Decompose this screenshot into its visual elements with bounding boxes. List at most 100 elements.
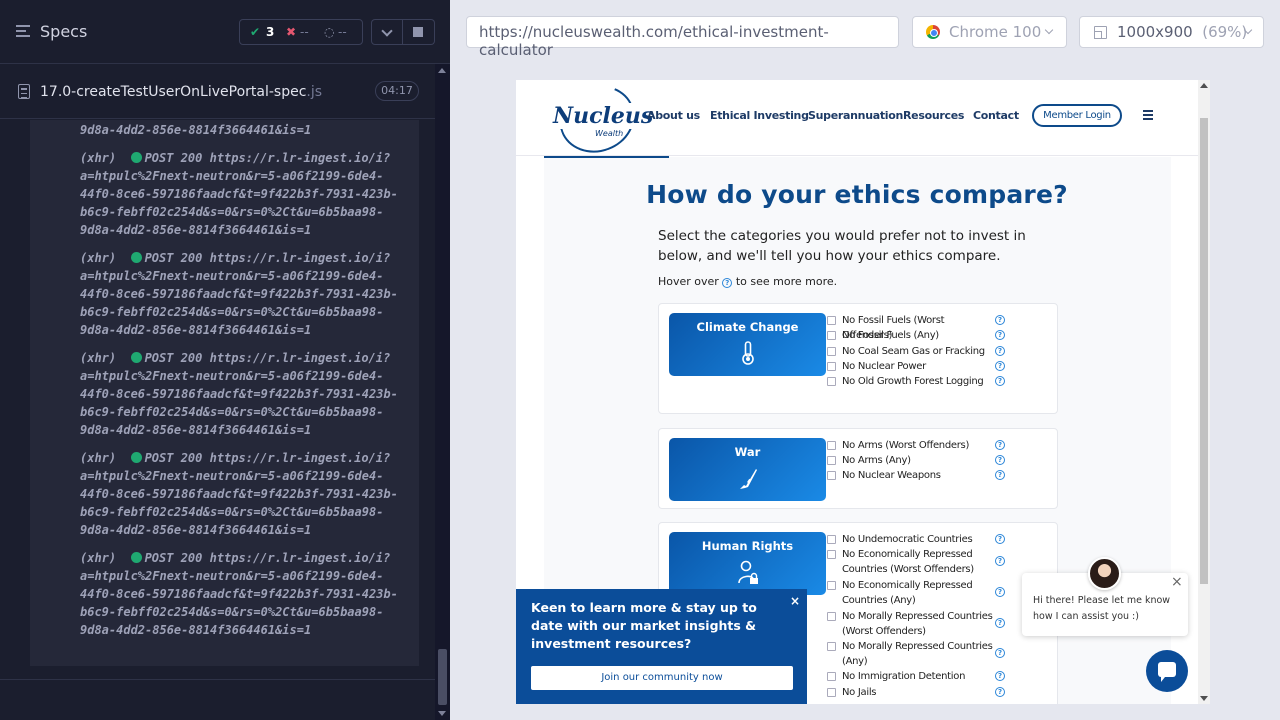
nav-superannuation[interactable]: Superannuation: [808, 109, 903, 122]
category-tile-war[interactable]: War: [669, 438, 826, 501]
option-row[interactable]: No Arms (Worst Offenders): [827, 438, 997, 453]
category-tile-climate-change[interactable]: Climate Change: [669, 313, 826, 376]
option-checkbox[interactable]: [827, 362, 836, 371]
help-icon[interactable]: ?: [995, 361, 1005, 371]
spec-file-row[interactable]: 17.0-createTestUserOnLivePortal-spec.js …: [0, 64, 435, 119]
member-login-button[interactable]: Member Login: [1032, 104, 1122, 127]
option-row[interactable]: No Immigration Detention: [827, 669, 997, 684]
option-checkbox[interactable]: [827, 456, 836, 465]
option-checkbox[interactable]: [827, 612, 836, 621]
help-icon[interactable]: ?: [995, 556, 1005, 566]
nav-resources[interactable]: Resources: [903, 109, 964, 122]
category-card-war: War No Arms (Worst Offenders) No Arms (A…: [658, 428, 1058, 509]
help-icon[interactable]: ?: [995, 330, 1005, 340]
log-entry-text: https://r.lr-ingest.io/i?: [209, 451, 391, 465]
log-status: POST 200: [144, 251, 203, 265]
help-icon[interactable]: ?: [995, 470, 1005, 480]
scrollbar-thumb[interactable]: [1200, 118, 1208, 584]
browser-label: Chrome 100: [949, 23, 1042, 41]
chat-launcher-button[interactable]: [1146, 650, 1188, 692]
option-checkbox[interactable]: [827, 377, 836, 386]
log-kind: (xhr): [80, 251, 117, 265]
page-scrollbar[interactable]: [1198, 80, 1210, 704]
scroll-up-icon[interactable]: [1200, 83, 1208, 88]
help-icon[interactable]: ?: [995, 455, 1005, 465]
help-icon[interactable]: ?: [995, 687, 1005, 697]
log-entry[interactable]: (xhr) POST 200 https://r.lr-ingest.io/i?…: [30, 149, 419, 249]
log-entry-text: b6c9-febff02c254d&s=0&rs=0%2Ct&u=6b5baa9…: [80, 123, 312, 137]
option-checkbox[interactable]: [827, 535, 836, 544]
option-checkbox[interactable]: [827, 672, 836, 681]
option-row[interactable]: No Undemocratic Countries: [827, 532, 997, 547]
option-row[interactable]: No Nuclear Power: [827, 359, 997, 374]
log-entry[interactable]: (xhr) POST 200 https://r.lr-ingest.io/i?…: [30, 249, 419, 349]
category-title: Human Rights: [701, 539, 794, 553]
active-tab-underline: [544, 156, 669, 158]
scroll-down-icon[interactable]: [438, 711, 446, 716]
category-tile-human-rights[interactable]: Human Rights: [669, 532, 826, 595]
scrollbar-thumb[interactable]: [438, 649, 447, 705]
close-icon[interactable]: ×: [790, 594, 800, 608]
option-row[interactable]: No Economically Repressed Countries (Any…: [827, 578, 997, 608]
nav-contact[interactable]: Contact: [973, 109, 1019, 122]
option-row[interactable]: No Morally Repressed Countries (Any): [827, 639, 997, 669]
close-icon[interactable]: ×: [1171, 574, 1183, 590]
option-checkbox[interactable]: [827, 331, 836, 340]
browser-selector[interactable]: Chrome 100: [912, 16, 1067, 48]
help-icon[interactable]: ?: [995, 648, 1005, 658]
option-checkbox[interactable]: [827, 550, 836, 559]
help-icon[interactable]: ?: [995, 534, 1005, 544]
option-row[interactable]: No Fossil Fuels (Any): [827, 328, 997, 343]
option-row[interactable]: No Economically Repressed Countries (Wor…: [827, 547, 997, 577]
viewport-selector[interactable]: 1000x900 (69%): [1079, 16, 1264, 48]
cypress-runner-panel: Specs ✔ 3 ✖ -- ◌ -- 17.0-createTestUserO…: [0, 0, 450, 720]
log-kind: (xhr): [80, 451, 117, 465]
nucleus-wealth-logo[interactable]: Nucleus Wealth: [547, 80, 656, 164]
option-checkbox[interactable]: [827, 581, 836, 590]
specs-menu-icon[interactable]: [16, 25, 32, 39]
scroll-up-icon[interactable]: [438, 68, 446, 73]
spec-duration-badge: 04:17: [375, 81, 419, 101]
log-status: POST 200: [144, 151, 203, 165]
log-entry[interactable]: (xhr) POST 200 https://r.lr-ingest.io/i?…: [30, 549, 419, 649]
option-checkbox[interactable]: [827, 642, 836, 651]
join-community-button[interactable]: Join our community now: [531, 666, 793, 690]
site-navbar: Nucleus Wealth About us Ethical Investin…: [516, 80, 1198, 164]
log-entry-text-cont: a=htpulc%2Fnext-neutron&r=5-a06f2199-6de…: [80, 569, 398, 637]
help-icon[interactable]: ?: [995, 315, 1005, 325]
help-icon[interactable]: ?: [995, 376, 1005, 386]
stop-button[interactable]: [403, 19, 435, 45]
log-entry[interactable]: b6c9-febff02c254d&s=0&rs=0%2Ct&u=6b5baa9…: [30, 120, 419, 149]
specs-title[interactable]: Specs: [40, 22, 87, 41]
option-checkbox[interactable]: [827, 688, 836, 697]
option-row[interactable]: No Arms (Any): [827, 453, 997, 468]
chevron-down-button[interactable]: [371, 19, 403, 45]
scroll-down-icon[interactable]: [1200, 696, 1208, 701]
help-icon[interactable]: ?: [995, 618, 1005, 628]
help-icon[interactable]: ?: [995, 587, 1005, 597]
help-icon[interactable]: ?: [995, 346, 1005, 356]
option-checkbox[interactable]: [827, 471, 836, 480]
log-entry[interactable]: (xhr) POST 200 https://r.lr-ingest.io/i?…: [30, 449, 419, 549]
option-checkbox[interactable]: [827, 316, 836, 325]
help-icon[interactable]: ?: [995, 440, 1005, 450]
command-log[interactable]: b6c9-febff02c254d&s=0&rs=0%2Ct&u=6b5baa9…: [30, 120, 419, 666]
log-entry-text-cont: a=htpulc%2Fnext-neutron&r=5-a06f2199-6de…: [80, 269, 398, 337]
option-row[interactable]: No Jails: [827, 685, 997, 700]
log-entry[interactable]: (xhr) POST 200 https://r.lr-ingest.io/i?…: [30, 349, 419, 449]
nav-about-us[interactable]: About us: [647, 109, 700, 122]
viewport-label: 1000x900 (69%): [1117, 23, 1248, 41]
app-under-test-frame[interactable]: Nucleus Wealth About us Ethical Investin…: [516, 80, 1210, 704]
help-icon[interactable]: ?: [995, 671, 1005, 681]
option-row[interactable]: No Coal Seam Gas or Fracking: [827, 344, 997, 359]
option-row[interactable]: No Old Growth Forest Logging: [827, 374, 997, 389]
option-row[interactable]: No Morally Repressed Countries (Worst Of…: [827, 609, 997, 639]
option-checkbox[interactable]: [827, 347, 836, 356]
chat-agent-avatar[interactable]: [1088, 557, 1121, 590]
command-log-scrollbar[interactable]: [435, 64, 450, 720]
url-bar[interactable]: https://nucleuswealth.com/ethical-invest…: [466, 16, 899, 59]
nav-ethical-investing[interactable]: Ethical Investing: [710, 109, 809, 122]
option-row[interactable]: No Nuclear Weapons: [827, 468, 997, 483]
option-checkbox[interactable]: [827, 441, 836, 450]
hamburger-menu-icon[interactable]: [1143, 110, 1153, 122]
